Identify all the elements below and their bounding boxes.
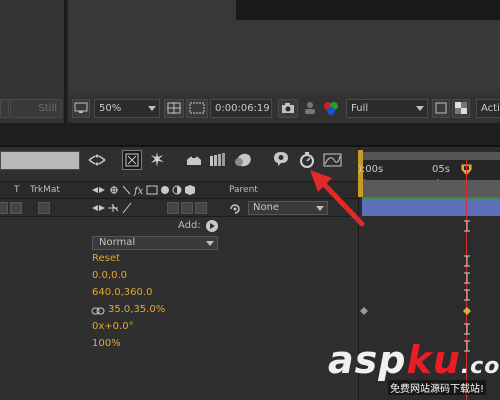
chevron-down-icon bbox=[206, 241, 214, 246]
work-area-bar[interactable] bbox=[362, 180, 500, 197]
region-icon bbox=[435, 102, 447, 114]
keyframe[interactable] bbox=[359, 306, 369, 316]
blend-mode-value: Normal bbox=[99, 237, 136, 248]
transparency-grid-button[interactable] bbox=[186, 99, 208, 118]
layer-switches[interactable] bbox=[92, 202, 162, 214]
red-arrow-icon bbox=[310, 170, 365, 227]
position-value[interactable]: 640.0,360.0 bbox=[92, 287, 152, 298]
rgb-channels-icon bbox=[324, 102, 338, 115]
track-type-column: T bbox=[14, 185, 20, 195]
stopwatch-icon bbox=[300, 152, 314, 168]
safe-margins-icon bbox=[167, 102, 181, 114]
active-camera-dropdown[interactable]: Acti bbox=[476, 99, 500, 118]
star-burst-icon bbox=[151, 152, 164, 167]
parent-pickwhip[interactable] bbox=[228, 202, 242, 216]
comp-mini-flowchart-button[interactable] bbox=[87, 150, 107, 170]
magnification-dropdown[interactable]: 50% bbox=[94, 99, 160, 118]
region-icon bbox=[189, 102, 205, 114]
auto-keyframe-button[interactable] bbox=[297, 150, 317, 170]
anchor-point-value[interactable]: 0.0,0.0 bbox=[92, 270, 127, 281]
switch-box[interactable] bbox=[181, 202, 193, 214]
parent-column: Parent bbox=[229, 185, 258, 195]
svg-text:fx: fx bbox=[133, 186, 144, 196]
track-matte-swatch[interactable] bbox=[10, 202, 22, 214]
brainstorm-button[interactable] bbox=[270, 150, 290, 170]
flowchart-icon bbox=[88, 154, 106, 166]
watermark-logo: aspku.com bbox=[328, 338, 500, 382]
panel-divider bbox=[0, 123, 500, 145]
still-button[interactable]: Still bbox=[10, 99, 62, 118]
chevron-down-icon bbox=[416, 106, 424, 111]
layer-label-swatch[interactable] bbox=[0, 202, 8, 214]
channel-button[interactable] bbox=[322, 101, 340, 115]
panel-control[interactable] bbox=[0, 99, 9, 118]
rotation-value[interactable]: 0x+0.0° bbox=[92, 321, 134, 332]
opacity-value[interactable]: 100% bbox=[92, 338, 121, 349]
add-property-button[interactable] bbox=[206, 220, 218, 232]
switch-box[interactable] bbox=[195, 202, 207, 214]
switch-box[interactable] bbox=[167, 202, 179, 214]
frame-blend-icon bbox=[210, 153, 225, 166]
scale-value[interactable]: 35.0,35.0% bbox=[108, 304, 165, 315]
layer-duration-bar[interactable] bbox=[362, 199, 500, 216]
parent-value: None bbox=[253, 202, 280, 213]
graph-editor-icon bbox=[323, 153, 342, 167]
chain-link-icon bbox=[91, 307, 105, 315]
frame-blending-button[interactable] bbox=[208, 150, 228, 170]
watermark-brand-a: asp bbox=[328, 338, 407, 382]
transparency-toggle-button[interactable] bbox=[452, 99, 470, 118]
switches-column: fx bbox=[92, 184, 212, 197]
keyframe-diamond-icon bbox=[360, 307, 368, 315]
chevron-down-icon bbox=[148, 106, 156, 111]
pickwhip-icon bbox=[230, 204, 240, 214]
project-panel: Still bbox=[0, 0, 66, 123]
track-matte-swatch[interactable] bbox=[38, 202, 50, 214]
motion-blur-icon bbox=[235, 153, 251, 167]
draft-3d-button[interactable] bbox=[148, 150, 168, 170]
watermark-subtitle: 免费网站源码下载站! bbox=[388, 380, 487, 395]
checkerboard-icon bbox=[455, 102, 467, 114]
hide-shy-layers-button[interactable] bbox=[184, 150, 204, 170]
annotation-arrow bbox=[306, 168, 370, 230]
resolution-value: Full bbox=[351, 103, 369, 114]
watermark-brand-b: ku bbox=[406, 338, 461, 382]
shy-icon bbox=[187, 155, 201, 165]
time-navigator-bar[interactable] bbox=[362, 152, 500, 160]
region-of-interest-button[interactable] bbox=[432, 99, 450, 118]
always-preview-button[interactable] bbox=[72, 99, 90, 118]
person-icon bbox=[305, 102, 315, 114]
graph-editor-button[interactable] bbox=[322, 150, 342, 170]
add-property-label: Add: bbox=[178, 220, 201, 231]
magnification-value: 50% bbox=[99, 103, 122, 114]
after-effects-window: Still 50% 0:00:06:19 Full Acti T TrkMat … bbox=[0, 0, 500, 400]
resolution-dropdown[interactable]: Full bbox=[346, 99, 428, 118]
ruler-ticks bbox=[362, 175, 500, 183]
brainstorm-icon bbox=[274, 152, 288, 166]
monitor-icon bbox=[74, 102, 88, 113]
motion-blur-button[interactable] bbox=[233, 150, 253, 170]
current-time-display[interactable]: 0:00:06:19 bbox=[210, 99, 272, 118]
timeline-search-input[interactable] bbox=[0, 151, 80, 170]
anchor-reset-link[interactable]: Reset bbox=[92, 253, 120, 264]
constrain-proportions-toggle[interactable] bbox=[91, 306, 105, 316]
track-matte-column: TrkMat bbox=[30, 185, 60, 195]
show-snapshot-button[interactable] bbox=[302, 101, 318, 115]
ruler-5s-label: 05s bbox=[432, 164, 450, 175]
blend-mode-dropdown[interactable]: Normal bbox=[92, 236, 218, 250]
layer-switches-icon: fx bbox=[92, 185, 195, 197]
layer-switch-icon bbox=[125, 153, 139, 167]
camera-icon bbox=[282, 103, 294, 113]
composition-canvas[interactable] bbox=[236, 0, 500, 20]
play-arrow-icon bbox=[210, 223, 215, 229]
layer-switch-icons bbox=[92, 202, 132, 214]
safe-margins-button[interactable] bbox=[164, 99, 184, 118]
live-update-button[interactable] bbox=[122, 150, 142, 170]
snapshot-button[interactable] bbox=[278, 99, 298, 118]
watermark-tld: .com bbox=[460, 354, 500, 379]
